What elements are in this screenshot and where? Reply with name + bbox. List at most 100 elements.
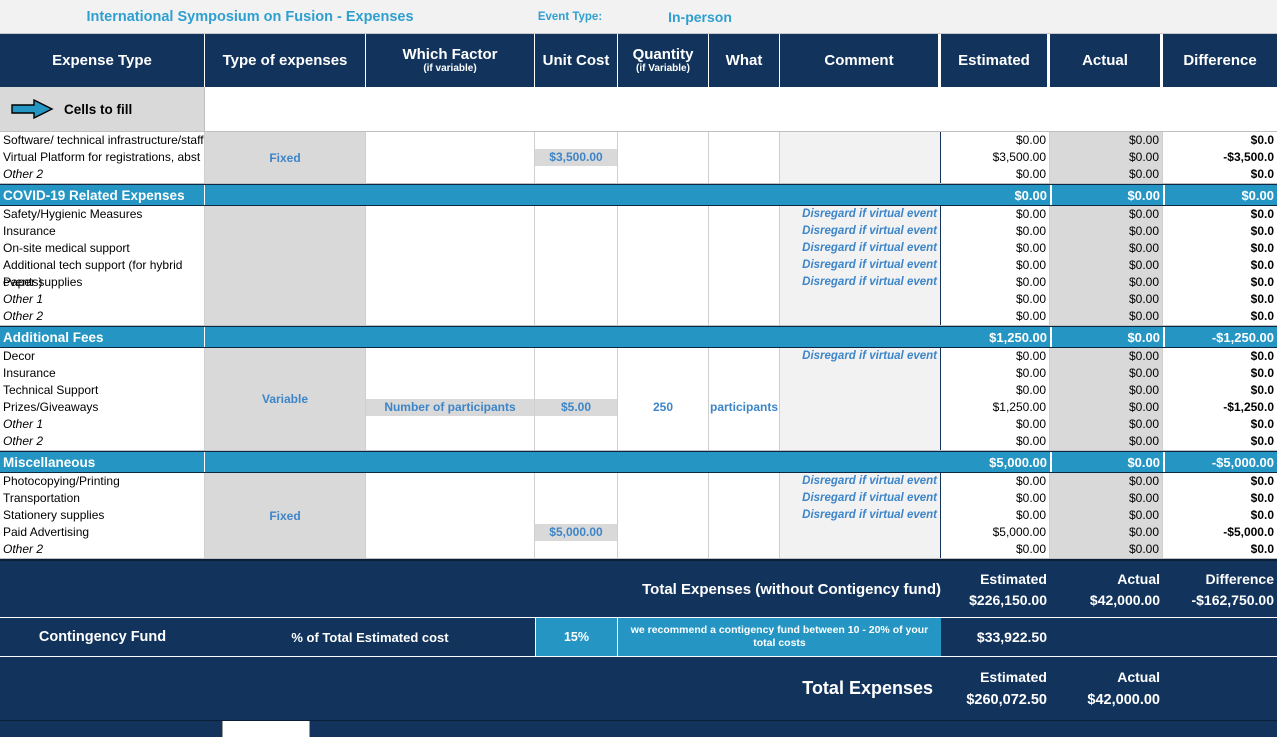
expense-name[interactable]: Other 2 bbox=[0, 433, 204, 450]
expense-name[interactable]: Other 2 bbox=[0, 308, 204, 325]
top-block-comment[interactable] bbox=[780, 132, 941, 183]
what-cell[interactable] bbox=[709, 507, 779, 524]
expense-name[interactable]: Paper supplies bbox=[0, 274, 204, 291]
actual-value[interactable]: $0.00 bbox=[1050, 507, 1162, 524]
section-quantity[interactable] bbox=[618, 206, 709, 325]
top-block-what[interactable] bbox=[709, 132, 780, 183]
actual-value[interactable]: $0.00 bbox=[1050, 240, 1162, 257]
unit-cost-value[interactable]: $5,000.00 bbox=[535, 524, 617, 541]
bottom-strip-cell[interactable] bbox=[222, 721, 310, 737]
expense-name[interactable]: Insurance bbox=[0, 223, 204, 240]
expense-name[interactable]: Stationery supplies bbox=[0, 507, 204, 524]
section-type-of-expenses[interactable]: Fixed bbox=[205, 473, 366, 558]
what-cell[interactable] bbox=[709, 291, 779, 308]
quantity-cell[interactable] bbox=[618, 382, 708, 399]
what-cell[interactable] bbox=[709, 524, 779, 541]
section-unit-cost[interactable]: $5,000.00 bbox=[535, 473, 618, 558]
which-factor-cell[interactable] bbox=[366, 206, 534, 223]
actual-value[interactable]: $0.00 bbox=[1050, 416, 1162, 433]
unit-cost-value[interactable]: $3,500.00 bbox=[535, 149, 617, 166]
expense-name[interactable]: Prizes/Giveaways bbox=[0, 399, 204, 416]
contingency-percent-input[interactable]: 15% bbox=[535, 618, 618, 656]
what-cell[interactable] bbox=[709, 473, 779, 490]
actual-value[interactable]: $0.00 bbox=[1050, 365, 1162, 382]
actual-value[interactable]: $0.00 bbox=[1050, 473, 1162, 490]
unit-cost-cell[interactable] bbox=[535, 507, 617, 524]
what-cell[interactable] bbox=[709, 433, 779, 450]
unit-cost-cell[interactable] bbox=[535, 416, 617, 433]
which-factor-cell[interactable] bbox=[366, 382, 534, 399]
event-type-value[interactable]: In-person bbox=[640, 9, 760, 25]
unit-cost-cell[interactable] bbox=[535, 274, 617, 291]
quantity-cell[interactable] bbox=[618, 416, 708, 433]
expense-name[interactable]: Technical Support bbox=[0, 382, 204, 399]
expense-name[interactable]: On-site medical support bbox=[0, 240, 204, 257]
what-cell[interactable] bbox=[709, 308, 779, 325]
expense-name[interactable]: Safety/Hygienic Measures bbox=[0, 206, 204, 223]
unit-cost-cell[interactable] bbox=[535, 382, 617, 399]
actual-value[interactable]: $0.00 bbox=[1050, 433, 1162, 450]
section-which-factor[interactable] bbox=[366, 473, 535, 558]
quantity-cell[interactable] bbox=[618, 240, 708, 257]
what-cell[interactable] bbox=[709, 348, 779, 365]
which-factor-value[interactable]: Number of participants bbox=[366, 399, 534, 416]
top-block-actual[interactable]: $0.00 $0.00 $0.00 bbox=[1050, 132, 1163, 183]
which-factor-cell[interactable] bbox=[366, 490, 534, 507]
expense-name[interactable]: Other 1 bbox=[0, 416, 204, 433]
section-type-of-expenses[interactable]: Variable bbox=[205, 348, 366, 450]
expense-name[interactable]: Photocopying/Printing bbox=[0, 473, 204, 490]
which-factor-cell[interactable] bbox=[366, 257, 534, 274]
which-factor-cell[interactable] bbox=[366, 524, 534, 541]
section-which-factor[interactable]: Number of participants bbox=[366, 348, 535, 450]
top-block-factor[interactable] bbox=[366, 132, 535, 183]
quantity-cell[interactable] bbox=[618, 348, 708, 365]
which-factor-cell[interactable] bbox=[366, 291, 534, 308]
section-actual[interactable]: $0.00$0.00$0.00$0.00$0.00$0.00$0.00 bbox=[1050, 206, 1163, 325]
what-cell[interactable] bbox=[709, 416, 779, 433]
expense-name[interactable]: Decor bbox=[0, 348, 204, 365]
expense-name[interactable]: Software/ technical infrastructure/staff bbox=[0, 132, 204, 149]
quantity-cell[interactable] bbox=[618, 257, 708, 274]
actual-value[interactable]: $0.00 bbox=[1050, 524, 1162, 541]
unit-cost-cell[interactable] bbox=[535, 223, 617, 240]
unit-cost-cell[interactable] bbox=[535, 308, 617, 325]
unit-cost-value[interactable]: $5.00 bbox=[535, 399, 617, 416]
what-cell[interactable] bbox=[709, 541, 779, 558]
which-factor-cell[interactable] bbox=[366, 274, 534, 291]
expense-name[interactable]: Paid Advertising bbox=[0, 524, 204, 541]
unit-cost-cell[interactable] bbox=[535, 433, 617, 450]
unit-cost-cell[interactable] bbox=[535, 541, 617, 558]
actual-value[interactable]: $0.00 bbox=[1050, 206, 1162, 223]
expense-name[interactable]: Other 1 bbox=[0, 291, 204, 308]
actual-value[interactable]: $0.00 bbox=[1050, 149, 1162, 166]
what-cell[interactable] bbox=[709, 365, 779, 382]
which-factor-cell[interactable] bbox=[366, 223, 534, 240]
top-block-type[interactable]: Fixed bbox=[205, 132, 366, 183]
what-cell[interactable] bbox=[709, 382, 779, 399]
top-block-quantity[interactable] bbox=[618, 132, 709, 183]
actual-value[interactable]: $0.00 bbox=[1050, 490, 1162, 507]
actual-value[interactable]: $0.00 bbox=[1050, 541, 1162, 558]
expense-name[interactable]: Additional tech support (for hybrid even… bbox=[0, 257, 204, 274]
unit-cost-cell[interactable] bbox=[535, 473, 617, 490]
actual-value[interactable]: $0.00 bbox=[1050, 348, 1162, 365]
section-which-factor[interactable] bbox=[366, 206, 535, 325]
expense-name[interactable]: Other 2 bbox=[0, 166, 204, 183]
section-quantity[interactable]: 250 bbox=[618, 348, 709, 450]
section-quantity[interactable] bbox=[618, 473, 709, 558]
what-value[interactable]: participants bbox=[709, 399, 779, 416]
expense-name[interactable]: Insurance bbox=[0, 365, 204, 382]
quantity-cell[interactable] bbox=[618, 308, 708, 325]
which-factor-cell[interactable] bbox=[366, 240, 534, 257]
top-block-unit-cost[interactable]: $3,500.00 bbox=[535, 132, 618, 183]
which-factor-cell[interactable] bbox=[366, 433, 534, 450]
which-factor-cell[interactable] bbox=[366, 365, 534, 382]
section-actual[interactable]: $0.00$0.00$0.00$0.00$0.00$0.00 bbox=[1050, 348, 1163, 450]
actual-value[interactable]: $0.00 bbox=[1050, 223, 1162, 240]
which-factor-cell[interactable] bbox=[366, 507, 534, 524]
quantity-cell[interactable] bbox=[618, 274, 708, 291]
unit-cost-cell[interactable] bbox=[535, 257, 617, 274]
actual-value[interactable]: $0.00 bbox=[1050, 132, 1162, 149]
section-unit-cost[interactable] bbox=[535, 206, 618, 325]
expense-name[interactable]: Transportation bbox=[0, 490, 204, 507]
